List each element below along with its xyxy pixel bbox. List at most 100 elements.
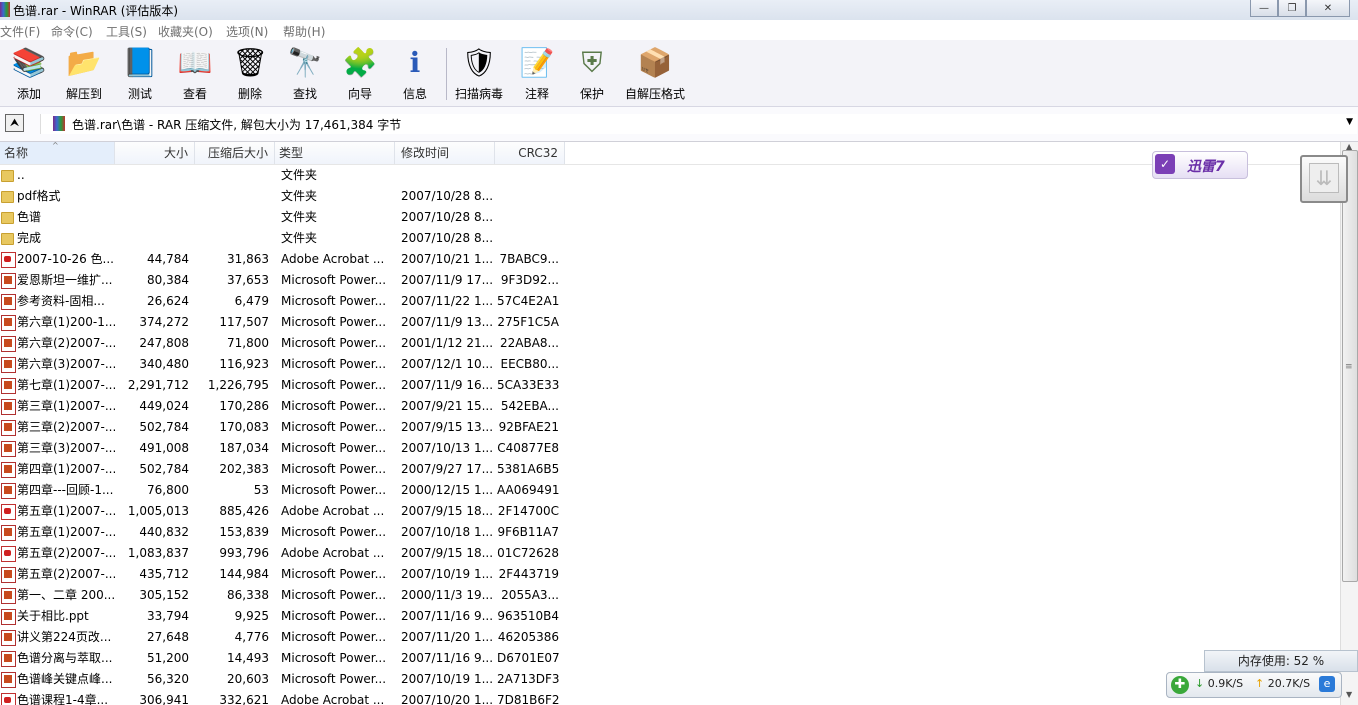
list-item[interactable]: 讲义第224页改... 27,648 4,776 Microsoft Power...… [0,627,1340,648]
list-item[interactable]: 第五章(1)2007-... 440,832 153,839 Microsoft Po… [0,522,1340,543]
protect-button[interactable]: ⛨ 保护 [573,44,611,102]
title-bar: 色谱.rar - WinRAR (评估版本) — ❐ ✕ [0,0,1358,20]
menu-commands[interactable]: 命令(C) [51,23,93,40]
protect-label: 保护 [579,87,604,101]
list-item[interactable]: 关于相比.ppt 33,794 9,925 Microsoft Power... 200… [0,606,1340,627]
list-item[interactable]: 色谱 文件夹 2007/10/28 8... [0,207,1340,228]
menu-tools[interactable]: 工具(S) [106,23,147,40]
find-label: 查找 [292,87,317,101]
wizard-button[interactable]: 🧩 向导 [341,44,379,102]
memory-usage-indicator: 内存使用: 52 % [1204,650,1358,672]
list-item[interactable]: 第六章(2)2007-... 247,808 71,800 Microsoft Pow… [0,333,1340,354]
list-item[interactable]: 第四章(1)2007-... 502,784 202,383 Microsoft Po… [0,459,1340,480]
list-item[interactable]: 色谱课程1-4章... 306,941 332,621 Adobe Acrobat .… [0,690,1340,705]
find-button[interactable]: 🔭 查找 [286,44,324,102]
extract-to-button[interactable]: 📂 解压到 [65,44,103,102]
column-type[interactable]: 类型 [275,142,395,164]
sfx-icon: 📦 [637,46,673,79]
list-item[interactable]: 第七章(1)2007-... 2,291,712 1,226,795 Microsof… [0,375,1340,396]
column-size[interactable]: 大小 [115,142,195,164]
scroll-down-icon[interactable]: ▼ [1346,690,1352,699]
column-name[interactable]: 名称 ^ [0,142,115,164]
menu-help[interactable]: 帮助(H) [283,23,325,40]
comment-icon: 📝 [519,46,555,79]
virus-scan-button[interactable]: 🛡 扫描病毒 [455,44,503,102]
info-button[interactable]: ℹ 信息 [396,44,434,102]
list-item[interactable]: 第五章(1)2007-... 1,005,013 885,426 Adobe Acro… [0,501,1340,522]
download-speed: ↓ 0.9K/S [1195,677,1243,690]
test-button[interactable]: 📘 测试 [121,44,159,102]
window-controls: — ❐ ✕ [1250,0,1350,17]
path-text: 色谱.rar\色谱 - RAR 压缩文件, 解包大小为 17,461,384 字… [72,118,402,132]
list-item[interactable]: 参考资料-固相... 26,624 6,479 Microsoft Power... 2… [0,291,1340,312]
upload-speed: ↑ 20.7K/S [1255,677,1310,690]
list-item[interactable]: 第四章---回顾-1... 76,800 53 Microsoft Power... 2… [0,480,1340,501]
network-speed-widget[interactable]: ✚ ↓ 0.9K/S ↑ 20.7K/S e [1166,672,1342,698]
browser-icon[interactable]: e [1319,676,1335,692]
close-button[interactable]: ✕ [1306,0,1350,17]
list-item[interactable]: 第五章(2)2007-... 435,712 144,984 Microsoft Po… [0,564,1340,585]
protect-icon: ⛨ [581,46,603,79]
delete-icon: 🗑 [232,46,268,79]
list-item[interactable]: pdf格式 文件夹 2007/10/28 8... [0,186,1340,207]
list-item[interactable]: 第六章(3)2007-... 340,480 116,923 Microsoft Po… [0,354,1340,375]
xunlei-logo-icon: ✓ [1155,154,1175,174]
minimize-button[interactable]: — [1250,0,1278,17]
column-packed[interactable]: 压缩后大小 [195,142,275,164]
comment-label: 注释 [524,87,549,101]
column-name-label: 名称 [4,146,29,160]
vertical-scrollbar[interactable]: ▲ ≡ ▼ [1340,142,1358,705]
file-rows: .. 文件夹 pdf格式 文件夹 2007/10/28 8... 色谱 文件夹 2007/… [0,165,1340,705]
list-item[interactable]: 完成 文件夹 2007/10/28 8... [0,228,1340,249]
view-label: 查看 [182,87,207,101]
file-list: 名称 ^ 大小 压缩后大小 类型 修改时间 CRC32 .. 文件夹 pdf格式文… [0,142,1340,705]
chevron-down-icon[interactable]: ▼ [1346,117,1353,127]
accelerator-icon: ✚ [1171,676,1189,694]
list-item[interactable]: 第五章(2)2007-... 1,083,837 993,796 Adobe Acro… [0,543,1340,564]
list-item[interactable]: 色谱峰关键点峰... 56,320 20,603 Microsoft Power...… [0,669,1340,690]
column-crc[interactable]: CRC32 [495,142,565,164]
maximize-button[interactable]: ❐ [1278,0,1306,17]
list-item[interactable]: 爱恩斯坦一维扩... 80,384 37,653 Microsoft Power...… [0,270,1340,291]
add-button[interactable]: 📚 添加 [10,44,48,102]
list-item[interactable]: 色谱分离与萃取... 51,200 14,493 Microsoft Power...… [0,648,1340,669]
find-icon: 🔭 [287,46,323,79]
menu-favorites[interactable]: 收藏夹(O) [158,23,213,40]
list-item[interactable]: 2007-10-26 色... 44,784 31,863 Adobe Acrobat… [0,249,1340,270]
column-modified[interactable]: 修改时间 [395,142,495,164]
column-header: 名称 ^ 大小 压缩后大小 类型 修改时间 CRC32 [0,142,1340,165]
list-item[interactable]: .. 文件夹 [0,165,1340,186]
xunlei-label: 迅雷7 [1187,159,1225,175]
menu-file[interactable]: 文件(F) [0,23,40,40]
upload-speed-value: 20.7K/S [1267,677,1311,690]
winrar-app-icon[interactable] [0,2,10,17]
list-item[interactable]: 第三章(3)2007-... 491,008 187,034 Microsoft Po… [0,438,1340,459]
list-item[interactable]: 第六章(1)200-1... 374,272 117,507 Microsoft Po… [0,312,1340,333]
download-drop-icon: ⇊ [1309,163,1339,193]
menu-options[interactable]: 选项(N) [226,23,268,40]
add-label: 添加 [16,87,41,101]
delete-button[interactable]: 🗑 删除 [231,44,269,102]
sfx-button[interactable]: 📦 自解压格式 [625,44,685,102]
list-item[interactable]: 第三章(2)2007-... 502,784 170,083 Microsoft Po… [0,417,1340,438]
view-icon: 📖 [177,46,213,79]
window-title: 色谱.rar - WinRAR (评估版本) [13,4,179,18]
test-icon: 📘 [122,46,158,79]
wizard-label: 向导 [347,87,372,101]
info-icon: ℹ [409,46,421,79]
scroll-grip-icon: ≡ [1345,362,1353,372]
path-combobox[interactable]: 色谱.rar\色谱 - RAR 压缩文件, 解包大小为 17,461,384 字… [40,114,1357,134]
list-item[interactable]: 第一、二章 200... 305,152 86,338 Microsoft Power… [0,585,1340,606]
xunlei-badge[interactable]: ✓ 迅雷7 [1152,151,1248,179]
rar-archive-icon [53,116,65,131]
floating-download-box[interactable]: ⇊ [1300,155,1348,203]
extract-to-label: 解压到 [65,87,102,101]
virus-scan-label: 扫描病毒 [455,87,504,101]
extract-to-icon: 📂 [66,46,102,79]
comment-button[interactable]: 📝 注释 [518,44,556,102]
toolbar: 📚 添加 📂 解压到 📘 测试 📖 查看 🗑 删除 🔭 查找 🧩 向导 ℹ 信息… [0,40,1358,107]
view-button[interactable]: 📖 查看 [176,44,214,102]
list-item[interactable]: 第三章(1)2007-... 449,024 170,286 Microsoft Po… [0,396,1340,417]
up-folder-button[interactable]: ⮝ [5,114,24,132]
upload-arrow-icon: ↑ [1255,677,1265,690]
